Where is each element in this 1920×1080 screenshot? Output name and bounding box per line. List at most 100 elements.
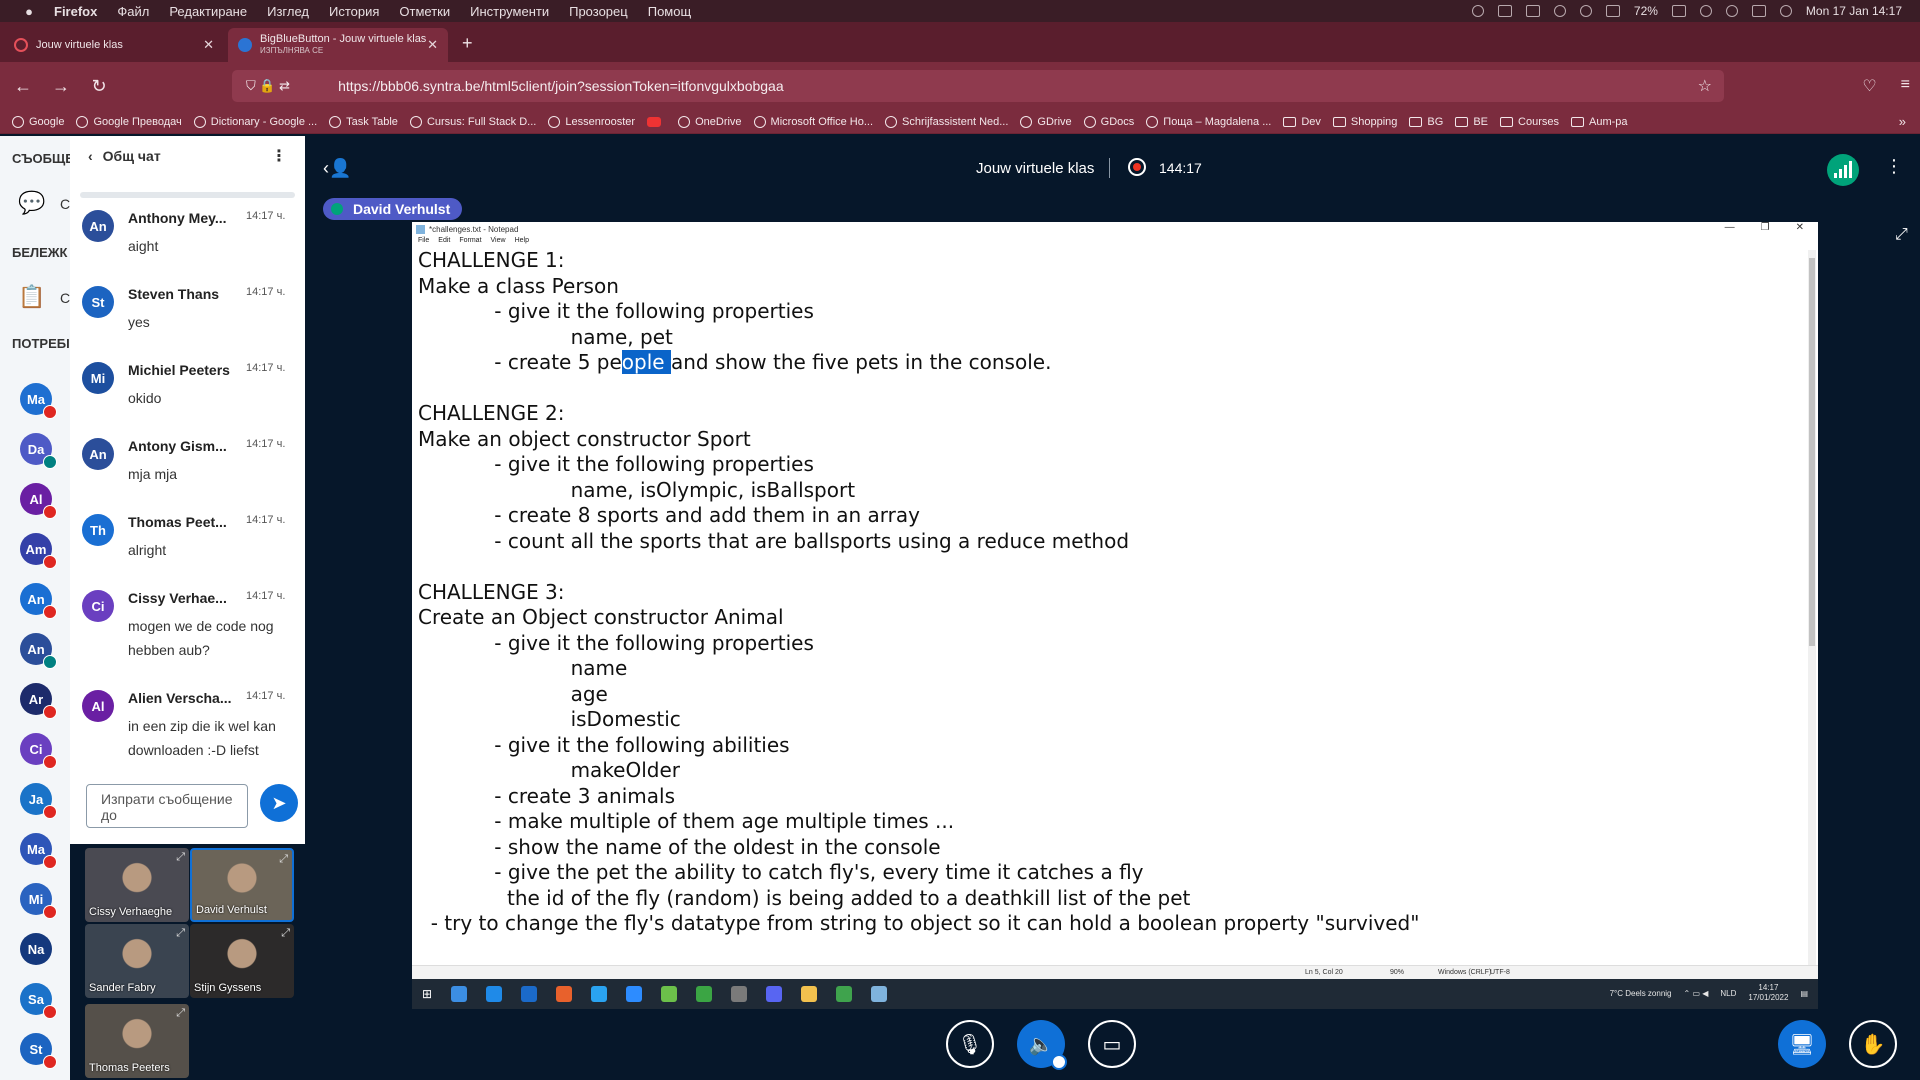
chat-title[interactable]: Общ чат [103,148,161,164]
notepad-menu-file[interactable]: File [418,237,429,247]
taskbar-app-icon[interactable] [521,986,538,1002]
fullscreen-icon[interactable]: ⤢ [1895,226,1908,244]
bookmark-item[interactable]: Поща – Magdalena ... [1146,115,1271,128]
user-avatar[interactable]: An [20,633,57,669]
apple-icon[interactable]: ● [18,4,40,19]
expand-webcam-icon[interactable]: ⤢ [176,927,185,940]
user-avatar[interactable]: Ma [20,833,57,869]
display-icon[interactable] [1525,5,1540,17]
webcam-tile[interactable]: ⤢ David Verhulst [190,848,294,922]
mute-mic-button[interactable]: 🎙 [946,1020,994,1068]
bookmark-item[interactable]: Microsoft Office Ho... [753,115,873,128]
bookmark-item[interactable]: Google Преводач [76,115,182,128]
menu-bookmarks[interactable]: Отметки [399,4,450,19]
bookmark-item[interactable]: BG [1409,116,1443,128]
expand-webcam-icon[interactable]: ⤢ [176,1007,185,1020]
menu-help[interactable]: Помощ [648,4,691,19]
close-icon[interactable]: ✕ [1796,222,1804,233]
control-center-icon[interactable] [1751,5,1766,17]
windows-start-icon[interactable]: ⊞ [422,987,432,1001]
notification-icon[interactable]: ▤ [1800,989,1808,998]
expand-webcam-icon[interactable]: ⤢ [176,851,185,864]
leave-audio-button[interactable]: 🔈 [1017,1020,1067,1070]
screen-icon[interactable] [1497,5,1512,17]
clock[interactable]: Mon 17 Jan 14:17 [1806,4,1902,18]
talking-indicator[interactable]: David Verhulst [323,198,463,220]
taskbar-app-icon[interactable] [836,986,853,1002]
webcam-user-name[interactable]: Cissy Verhaeghe [89,906,172,918]
new-tab-plus-icon[interactable]: + [462,33,473,54]
taskbar-app-icon[interactable] [871,986,888,1002]
bookmark-item[interactable]: Dictionary - Google ... [193,115,317,128]
more-bookmarks-chevron-icon[interactable]: » [1899,114,1906,129]
language-indicator[interactable]: NLD [1720,989,1736,998]
taskbar-clock[interactable]: 14:17 17/01/2022 [1748,983,1788,1003]
user-avatar[interactable]: Mi [20,883,57,919]
menu-file[interactable]: Файл [117,4,149,19]
tab-jouw-virtuele-klas[interactable]: Jouw virtuele klas ✕ [4,28,224,62]
notepad-scrollbar[interactable] [1808,250,1816,970]
input-icon[interactable] [1605,5,1620,17]
minimize-icon[interactable]: — [1725,222,1735,233]
webcam-tile[interactable]: ⤢ Thomas Peeters [85,1004,189,1078]
pocket-icon[interactable]: ♡ [1862,76,1876,96]
wifi-icon[interactable] [1699,5,1712,17]
notepad-menu-edit[interactable]: Edit [438,237,450,247]
tray-icons[interactable]: ⌃ ▭ ◀ [1684,989,1709,998]
bookmark-item[interactable]: Aum-pa [1570,116,1628,128]
bookmark-item[interactable] [647,116,666,127]
spotlight-icon[interactable] [1725,5,1738,17]
close-tab-icon[interactable]: ✕ [203,37,214,53]
siri-icon[interactable] [1779,5,1792,17]
user-avatar[interactable]: Ar [20,683,57,719]
webcam-user-name[interactable]: Stijn Gyssens [194,982,261,994]
taskbar-app-icon[interactable] [696,986,713,1002]
webcam-user-name[interactable]: Sander Fabry [89,982,156,994]
user-avatar[interactable]: Ja [20,783,57,819]
chevron-left-icon[interactable]: ‹ [88,148,93,164]
screenshare-button[interactable]: 🖥 [1778,1020,1826,1068]
menu-history[interactable]: История [329,4,379,19]
reload-icon[interactable]: ↻ [84,76,114,97]
user-avatar[interactable]: Am [20,533,57,569]
menu-tools[interactable]: Инструменти [470,4,549,19]
taskbar-app-icon[interactable] [626,986,643,1002]
forward-arrow-icon[interactable]: → [46,76,76,97]
taskbar-app-icon[interactable] [556,986,573,1002]
notepad-menu-view[interactable]: View [491,237,506,247]
taskbar-app-icon[interactable] [451,986,468,1002]
public-chat-link-clipped[interactable]: С [60,196,70,212]
chat-bubble-icon[interactable]: 💬 [18,190,46,216]
webcam-user-name[interactable]: Thomas Peeters [89,1062,170,1074]
taskbar-app-icon[interactable] [731,986,748,1002]
connection-status-icon[interactable] [1827,154,1859,186]
taskbar-app-icon[interactable] [591,986,608,1002]
menu-app-firefox[interactable]: Firefox [54,4,97,19]
battery-icon[interactable] [1671,5,1686,17]
extensions-menu-icon[interactable]: ≡ [1901,76,1910,96]
bookmark-item[interactable]: Google [12,115,64,128]
tab-bigbluebutton[interactable]: BigBlueButton - Jouw virtuele klas ИЗПЪЛ… [228,28,448,62]
lock-icon[interactable]: ⛉ 🔒 ⇄ [246,78,290,94]
user-avatar[interactable]: Sa [20,983,57,1019]
webcam-user-name[interactable]: David Verhulst [196,904,267,916]
bookmark-item[interactable]: Task Table [329,115,398,128]
recording-indicator-icon[interactable] [1128,158,1146,176]
webcam-tile[interactable]: ⤢ Sander Fabry [85,924,189,998]
options-menu-icon[interactable]: ⋮ [1885,156,1903,177]
bookmark-item[interactable]: Shopping [1332,116,1397,128]
notepad-text-area[interactable]: CHALLENGE 1: Make a class Person - give i… [418,248,1798,948]
taskbar-app-icon[interactable] [661,986,678,1002]
expand-webcam-icon[interactable]: ⤢ [279,853,288,866]
send-message-button[interactable]: ➤ [260,784,298,822]
notepad-menu-format[interactable]: Format [459,237,481,247]
user-avatar[interactable]: St [20,1033,57,1069]
weather-widget[interactable]: 7°C Deels zonnig [1610,989,1672,998]
bookmark-item[interactable]: OneDrive [678,115,742,128]
url-bar[interactable]: ⛉ 🔒 ⇄ https://bbb06.syntra.be/html5clien… [232,70,1724,102]
toggle-userlist-icon[interactable]: ‹👤 [323,158,351,179]
menu-view[interactable]: Изглед [267,4,309,19]
bookmark-item[interactable]: GDrive [1020,115,1072,128]
taskbar-app-icon[interactable] [766,986,783,1002]
shared-notes-icon[interactable]: 📋 [18,284,46,310]
